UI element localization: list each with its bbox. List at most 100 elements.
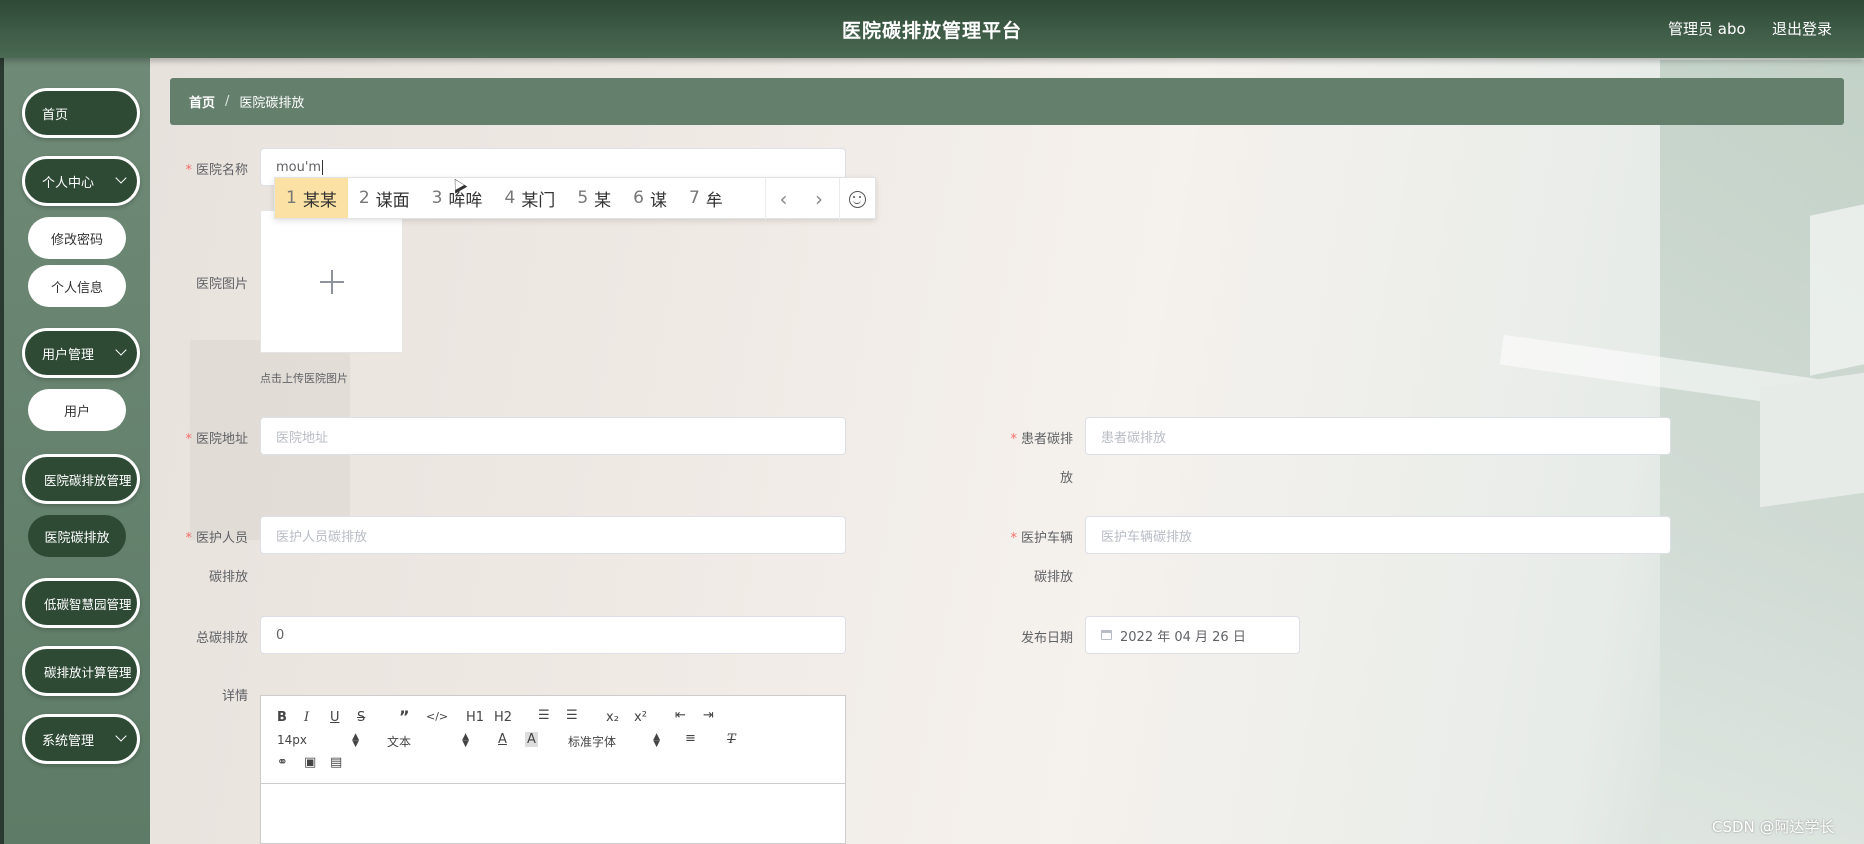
select-value: 文本 [387, 735, 412, 749]
select-arrows-icon: ▲ ▼ [653, 732, 660, 749]
sidebar-subitem-change-password[interactable]: 修改密码 [28, 217, 126, 259]
sidebar-item-label: 个人信息 [50, 280, 103, 296]
required-mark: * [1010, 531, 1017, 546]
subscript-icon[interactable]: x₂ [606, 710, 619, 725]
heading2-icon[interactable]: H2 [494, 710, 512, 725]
clear-format-icon[interactable]: T [727, 732, 736, 747]
background-decoration [1810, 204, 1864, 376]
underline-icon[interactable]: U [330, 710, 340, 725]
sidebar-item-label: 修改密码 [50, 232, 103, 248]
font-color-icon[interactable]: A [498, 732, 507, 747]
italic-icon[interactable]: I [304, 710, 309, 725]
sidebar-item-low-carbon-management[interactable]: 低碳智慧园管理 [22, 578, 140, 628]
total-emission-input[interactable]: 0 [260, 616, 846, 654]
select-arrows-icon: ▲ ▼ [352, 732, 359, 749]
logout-link[interactable]: 退出登录 [1772, 18, 1832, 39]
ime-candidate[interactable]: 4 某门 [493, 178, 566, 218]
smile-icon[interactable] [839, 178, 875, 220]
breadcrumb-home-link[interactable]: 首页 [189, 92, 215, 111]
label-text: 医护人员 [195, 531, 248, 546]
hospital-name-label: * 医院名称 [148, 159, 248, 178]
image-icon[interactable]: ▣ [304, 755, 316, 770]
ime-candidate[interactable]: 6谋 [622, 178, 678, 218]
address-label: * 医院地址 [148, 428, 248, 447]
chevron-right-icon[interactable]: › [801, 178, 837, 220]
candidate-number: 7 [688, 188, 700, 208]
bullet-list-icon[interactable]: ☰ [566, 708, 578, 723]
address-input[interactable]: 医院地址 [260, 417, 846, 455]
chevron-left-icon[interactable]: ‹ [765, 178, 801, 220]
candidate-number: 1 [286, 188, 297, 208]
superscript-icon[interactable]: x² [634, 710, 647, 725]
rich-text-editor: B I U S ” </> H1 H2 ☰ ☰ x₂ x² ⇤ ⇥ 14px ▲… [260, 695, 846, 844]
sidebar-item-label: 碳排放计算管理 [44, 664, 132, 680]
patient-emission-label: * 患者碳排 [973, 428, 1073, 447]
label-text: 患者碳排 [1020, 432, 1073, 447]
ime-candidate[interactable]: 5某 [566, 178, 622, 218]
publish-date-label: 发布日期 [1020, 631, 1073, 646]
strikethrough-icon[interactable]: S [357, 710, 365, 725]
heading1-icon[interactable]: H1 [466, 710, 484, 725]
align-left-icon[interactable]: ≡ [685, 731, 696, 746]
input-value: 2022 年 04 月 26 日 [1120, 629, 1246, 645]
sidebar-item-calculation-management[interactable]: 碳排放计算管理 [22, 646, 140, 696]
sidebar-item-label: 低碳智慧园管理 [44, 596, 132, 612]
link-icon[interactable]: ⚭ [277, 755, 288, 770]
candidate-number: 5 [577, 188, 589, 208]
staff-emission-input[interactable]: 医护人员碳排放 [260, 516, 846, 554]
image-upload-box[interactable] [260, 210, 403, 353]
total-emission-label: 总碳排放 [195, 631, 248, 646]
font-family-select[interactable]: 标准字体 ▲ ▼ [568, 733, 660, 750]
required-mark: * [185, 432, 192, 447]
watermark: CSDN @阿达学长 [1712, 818, 1835, 836]
sidebar-item-user-management[interactable]: 用户管理 [22, 328, 140, 378]
background-color-icon[interactable]: A [525, 732, 538, 747]
label-text: 医护车辆 [1020, 531, 1073, 546]
block-format-select[interactable]: 文本 ▲ ▼ [387, 733, 469, 750]
sidebar-item-home[interactable]: 首页 [22, 88, 140, 138]
ime-candidate[interactable]: 2 谋面 [348, 178, 421, 218]
publish-date-picker[interactable]: 2022 年 04 月 26 日 [1085, 616, 1300, 654]
patient-emission-input[interactable]: 患者碳排放 [1085, 417, 1671, 455]
sidebar-subitem-user[interactable]: 用户 [28, 389, 126, 431]
sidebar-item-personal-center[interactable]: 个人中心 [22, 156, 140, 206]
ime-candidate[interactable]: 1 某某 [275, 178, 348, 218]
blockquote-icon[interactable]: ” [399, 707, 410, 726]
ime-candidate-bar: 1 某某 2 谋面 3 哞哞 4 某门 5某 6谋 7牟 ‹ › [274, 177, 876, 220]
code-block-icon[interactable]: </> [426, 710, 448, 723]
font-size-select[interactable]: 14px ▲ ▼ [277, 732, 359, 749]
select-arrows-icon: ▲ ▼ [462, 732, 469, 749]
required-mark: * [185, 163, 192, 178]
candidate-text: 牟 [705, 190, 723, 211]
staff-emission-label: * 医护人员 [148, 527, 248, 546]
sidebar-item-label: 个人中心 [42, 175, 95, 191]
indent-icon[interactable]: ⇥ [703, 708, 714, 723]
label-text: 医院地址 [195, 432, 248, 447]
candidate-text: 谋面 [375, 190, 410, 211]
ordered-list-icon[interactable]: ☰ [538, 708, 550, 723]
current-user: 管理员 abo [1668, 20, 1746, 38]
background-decoration [1760, 372, 1864, 508]
breadcrumb-separator: / [225, 94, 230, 109]
candidate-number: 2 [358, 188, 370, 208]
outdent-icon[interactable]: ⇤ [675, 708, 686, 723]
editor-toolbar: B I U S ” </> H1 H2 ☰ ☰ x₂ x² ⇤ ⇥ 14px ▲… [261, 696, 845, 784]
vehicle-emission-input[interactable]: 医护车辆碳排放 [1085, 516, 1671, 554]
candidate-number: 4 [504, 188, 516, 208]
sidebar-item-hospital-emission-management[interactable]: 医院碳排放管理 [22, 454, 140, 504]
sidebar-item-label: 用户管理 [42, 347, 95, 363]
breadcrumb-current: 医院碳排放 [239, 96, 305, 111]
sidebar-item-system-management[interactable]: 系统管理 [22, 714, 140, 764]
sidebar-subitem-personal-info[interactable]: 个人信息 [28, 265, 126, 307]
bold-icon[interactable]: B [277, 710, 287, 725]
sidebar-item-label: 系统管理 [42, 733, 95, 749]
video-icon[interactable]: ▤ [330, 755, 342, 770]
input-placeholder: 医院地址 [276, 430, 329, 446]
sidebar: 首页 个人中心 修改密码 个人信息 用户管理 用户 医院碳排放管理 医院碳排放 … [0, 58, 150, 844]
sidebar-item-label: 医院碳排放管理 [44, 472, 132, 488]
ime-candidate[interactable]: 7牟 [678, 178, 734, 218]
sidebar-subitem-hospital-emission[interactable]: 医院碳排放 [28, 515, 126, 557]
hospital-image-label: 医院图片 [195, 277, 248, 292]
sidebar-item-label: 医院碳排放 [44, 530, 110, 546]
select-value: 14px [277, 733, 307, 747]
